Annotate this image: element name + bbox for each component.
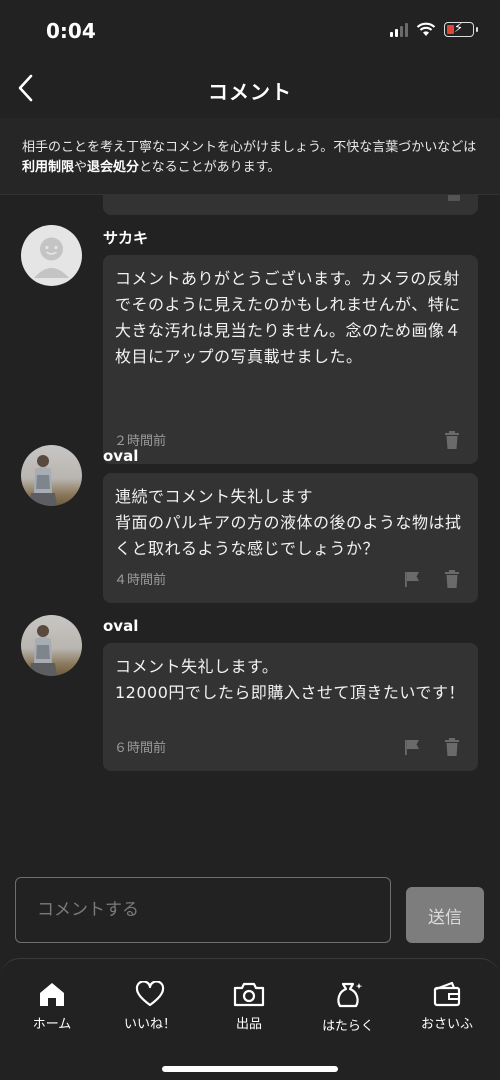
tab-home[interactable]: ホーム bbox=[2, 981, 102, 1032]
avatar[interactable] bbox=[21, 615, 82, 676]
comment-input[interactable] bbox=[15, 877, 391, 943]
delete-comment-button[interactable] bbox=[443, 569, 461, 589]
trash-icon bbox=[445, 738, 459, 756]
home-icon bbox=[40, 983, 64, 1006]
wallet-icon bbox=[433, 981, 461, 1007]
wifi-icon bbox=[416, 22, 436, 36]
trash-icon bbox=[445, 570, 459, 588]
avatar[interactable] bbox=[21, 445, 82, 506]
bottom-tab-bar: ホーム いいね！ 出品 はたらく おさいふ bbox=[0, 958, 500, 1080]
delete-comment-button[interactable] bbox=[443, 737, 461, 757]
flag-icon bbox=[405, 740, 419, 755]
tab-work[interactable]: はたらく bbox=[298, 981, 398, 1034]
status-icons: ⚡ bbox=[390, 21, 478, 37]
comment-composer: 送信 bbox=[0, 860, 500, 960]
battery-icon: ⚡ bbox=[444, 21, 478, 37]
avatar[interactable] bbox=[21, 225, 82, 286]
notice-text-2: や bbox=[74, 160, 88, 175]
status-time: 0:04 bbox=[46, 19, 96, 43]
comment-username[interactable]: サカキ bbox=[103, 227, 148, 248]
comment-bubble-partial bbox=[103, 195, 478, 215]
tab-label: はたらく bbox=[322, 1019, 374, 1034]
knight-avatar-image bbox=[29, 455, 57, 506]
comment-time: ６時間前 bbox=[114, 741, 167, 756]
comment-item: oval コメント失礼します。 12000円でしたら即購入させて頂きたいです！ … bbox=[0, 615, 500, 775]
tab-likes[interactable]: いいね！ bbox=[100, 981, 200, 1032]
trash-icon[interactable] bbox=[448, 195, 460, 201]
comment-text: 連続でコメント失礼します 背面のパルキアの方の液体の後のような物は拭くと取れるよ… bbox=[115, 487, 462, 558]
send-button[interactable]: 送信 bbox=[406, 887, 484, 943]
comment-username[interactable]: oval bbox=[103, 617, 138, 635]
heart-icon bbox=[135, 981, 165, 1007]
tab-label: ホーム bbox=[32, 1017, 72, 1032]
report-comment-button[interactable] bbox=[403, 737, 421, 757]
tab-label: 出品 bbox=[235, 1017, 262, 1032]
comment-item: サカキ コメントありがとうございます。カメラの反射でそのように見えたのかもしれま… bbox=[0, 225, 500, 464]
header: コメント bbox=[0, 62, 500, 114]
signal-icon bbox=[390, 22, 408, 37]
camera-icon bbox=[233, 982, 265, 1007]
comment-text: コメント失礼します。 12000円でしたら即購入させて頂きたいです！ bbox=[115, 657, 465, 702]
report-comment-button[interactable] bbox=[403, 569, 421, 589]
knight-avatar-image bbox=[29, 625, 57, 676]
comment-bubble: 連続でコメント失礼します 背面のパルキアの方の液体の後のような物は拭くと取れるよ… bbox=[103, 473, 478, 603]
home-indicator bbox=[162, 1066, 338, 1072]
comment-time: ４時間前 bbox=[114, 573, 167, 588]
comment-username[interactable]: oval bbox=[103, 447, 138, 465]
tab-sell[interactable]: 出品 bbox=[199, 981, 299, 1032]
tab-wallet[interactable]: おさいふ bbox=[397, 981, 497, 1032]
comment-text: コメントありがとうございます。カメラの反射でそのように見えたのかもしれませんが、… bbox=[115, 269, 462, 366]
flag-icon bbox=[405, 572, 419, 587]
comment-bubble: コメントありがとうございます。カメラの反射でそのように見えたのかもしれませんが、… bbox=[103, 255, 478, 464]
notice-text-3: となることがあります。 bbox=[139, 160, 281, 175]
notice-text: 相手のことを考え丁寧なコメントを心がけましょう。不快な言葉づかいなどは bbox=[22, 140, 477, 155]
tab-label: おさいふ bbox=[420, 1017, 473, 1032]
status-bar: 0:04 ⚡ bbox=[0, 0, 500, 62]
comment-item: oval 連続でコメント失礼します 背面のパルキアの方の液体の後のような物は拭く… bbox=[0, 445, 500, 605]
comment-list[interactable]: サカキ コメントありがとうございます。カメラの反射でそのように見えたのかもしれま… bbox=[0, 195, 500, 860]
default-avatar-icon bbox=[34, 237, 69, 278]
notice-bold-usage-restriction: 利用制限 bbox=[22, 160, 75, 175]
notice-bold-expulsion: 退会処分 bbox=[87, 160, 140, 175]
comment-bubble: コメント失礼します。 12000円でしたら即購入させて頂きたいです！ ６時間前 bbox=[103, 643, 478, 771]
comment-guideline-notice: 相手のことを考え丁寧なコメントを心がけましょう。不快な言葉づかいなどは利用制限や… bbox=[0, 118, 500, 195]
tab-label: いいね！ bbox=[123, 1017, 176, 1032]
money-bag-icon bbox=[337, 982, 363, 1008]
page-title: コメント bbox=[208, 80, 292, 104]
